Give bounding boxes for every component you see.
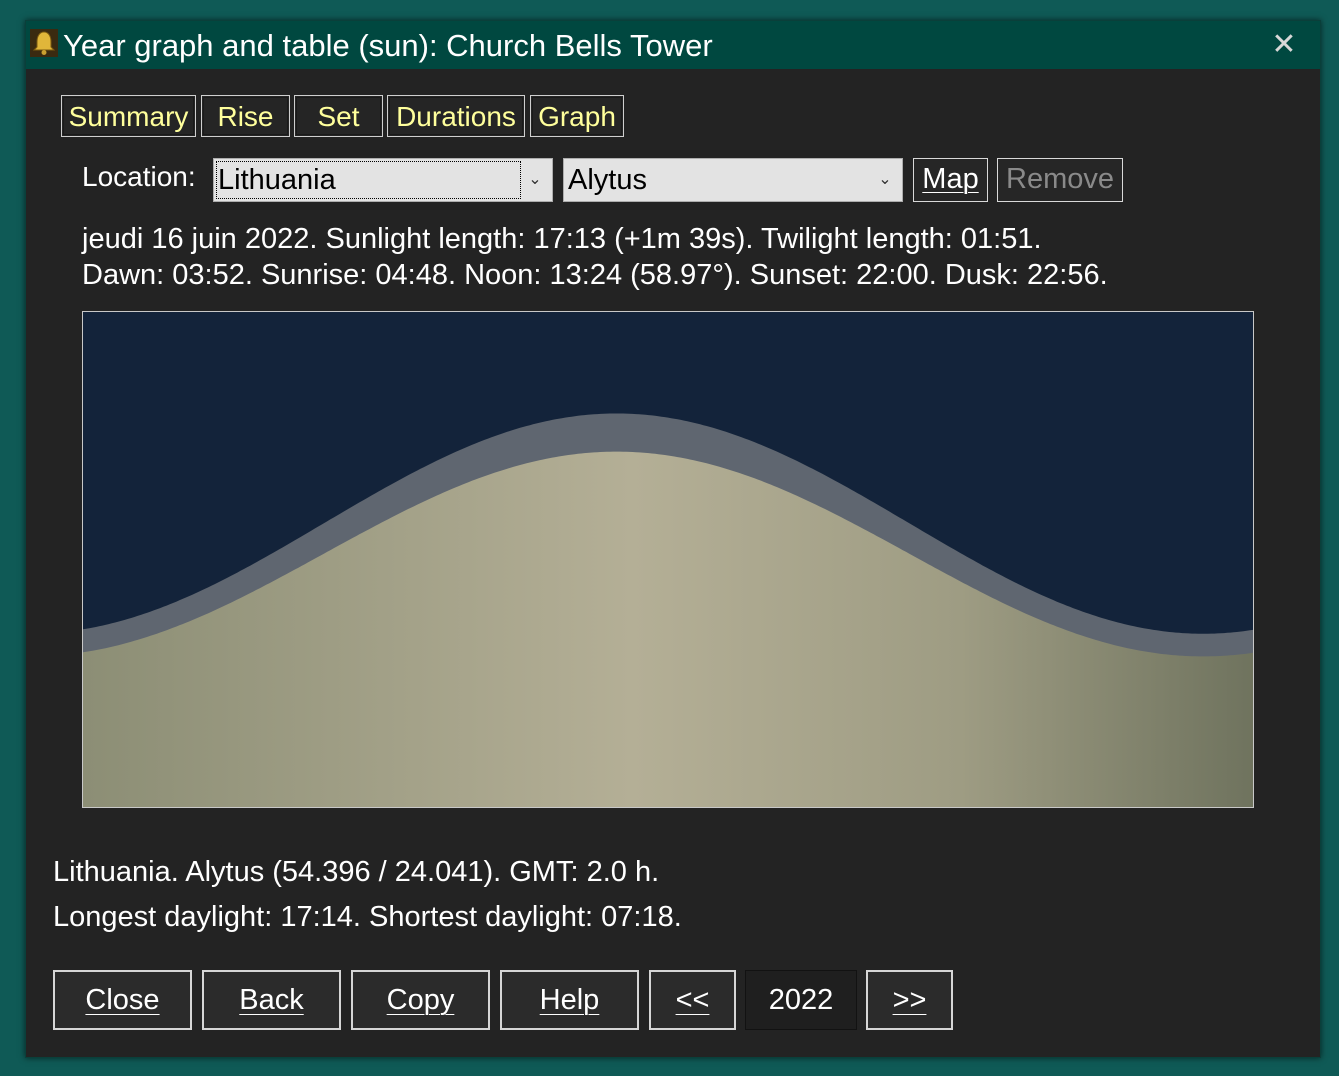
previous-year-label: <<: [675, 984, 710, 1016]
location-label: Location:: [82, 161, 196, 192]
remove-button-label: Remove: [1006, 163, 1114, 195]
next-year-label: >>: [892, 984, 927, 1016]
map-button[interactable]: Map: [913, 158, 988, 202]
daylight-extremes: Longest daylight: 17:14. Shortest daylig…: [53, 901, 682, 933]
window-title: Year graph and table (sun): Church Bells…: [63, 28, 713, 63]
tab-set[interactable]: Set: [294, 95, 383, 137]
remove-button[interactable]: Remove: [997, 158, 1123, 202]
help-button[interactable]: Help: [500, 970, 639, 1030]
close-window-icon[interactable]: ✕: [1264, 25, 1304, 65]
tab-durations[interactable]: Durations: [387, 95, 525, 137]
country-select-value: Lithuania: [218, 164, 336, 196]
year-display: 2022: [745, 970, 857, 1030]
daylight-graph: [82, 311, 1254, 808]
location-summary: Lithuania. Alytus (54.396 / 24.041). GMT…: [53, 856, 660, 888]
tab-rise[interactable]: Rise: [201, 95, 290, 137]
chevron-down-icon[interactable]: ⌄: [874, 165, 896, 195]
city-select-value: Alytus: [568, 164, 647, 196]
map-button-label: Map: [922, 163, 979, 195]
copy-button[interactable]: Copy: [351, 970, 490, 1030]
back-button[interactable]: Back: [202, 970, 341, 1030]
help-button-label: Help: [539, 984, 600, 1016]
next-year-button[interactable]: >>: [866, 970, 953, 1030]
country-select[interactable]: Lithuania ⌄: [213, 158, 553, 202]
dialog-window: Year graph and table (sun): Church Bells…: [25, 20, 1321, 1058]
previous-year-button[interactable]: <<: [649, 970, 736, 1030]
close-button[interactable]: Close: [53, 970, 192, 1030]
title-bar[interactable]: Year graph and table (sun): Church Bells…: [26, 21, 1320, 69]
day-info-line-2: Dawn: 03:52. Sunrise: 04:48. Noon: 13:24…: [82, 259, 1108, 291]
chevron-down-icon[interactable]: ⌄: [524, 165, 546, 195]
close-button-label: Close: [85, 984, 160, 1016]
daylight-graph-svg: [83, 312, 1253, 807]
bell-icon: [30, 29, 58, 57]
city-select[interactable]: Alytus ⌄: [563, 158, 903, 202]
tab-graph[interactable]: Graph: [530, 95, 624, 137]
copy-button-label: Copy: [386, 984, 455, 1016]
tab-summary[interactable]: Summary: [61, 95, 196, 137]
day-info-line-1: jeudi 16 juin 2022. Sunlight length: 17:…: [82, 223, 1042, 255]
back-button-label: Back: [239, 984, 304, 1016]
